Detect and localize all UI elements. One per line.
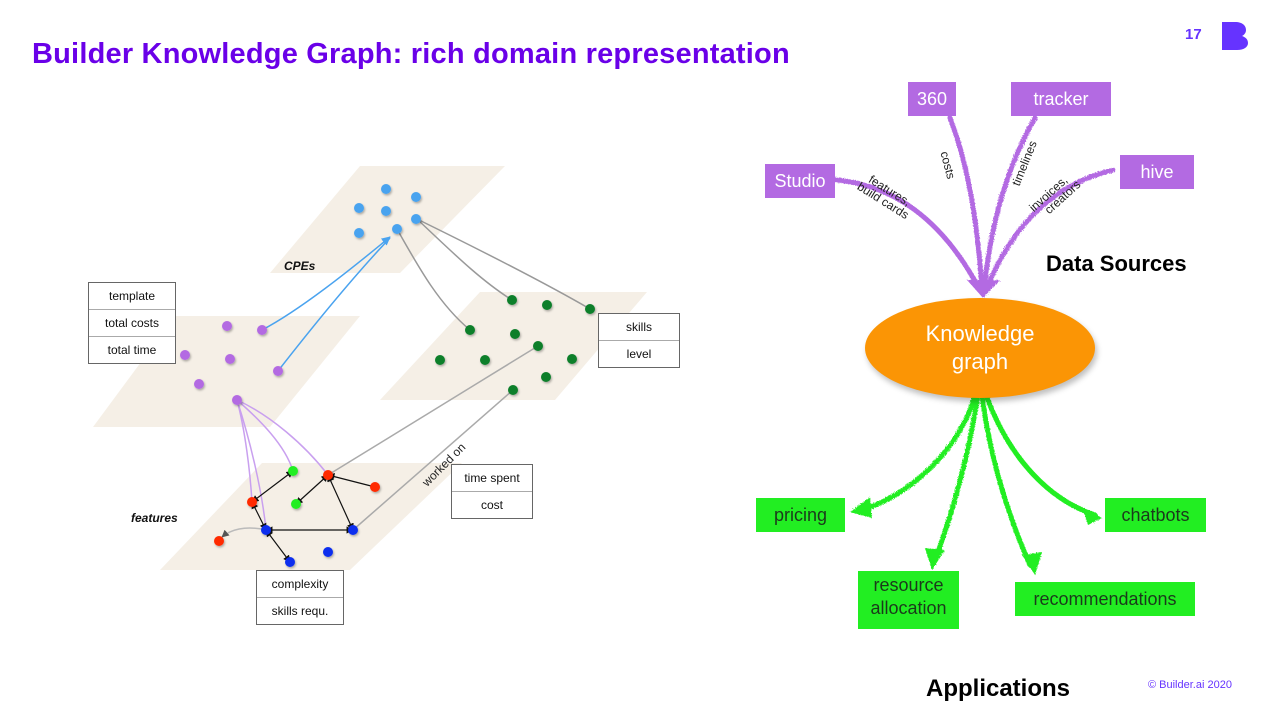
worked-on-attributes-table: time spent cost [451, 464, 533, 519]
developer-node [435, 355, 445, 365]
developer-attributes-table: skills level [598, 313, 680, 368]
cpe-node [411, 192, 421, 202]
table-cell: time spent [452, 465, 532, 492]
arrowhead-pricing [850, 497, 872, 518]
template-node [232, 395, 242, 405]
developer-node [507, 295, 517, 305]
source-360: 360 [908, 82, 956, 116]
cpe-node [411, 214, 421, 224]
developer-node [542, 300, 552, 310]
cpe-node [381, 184, 391, 194]
template-node [194, 379, 204, 389]
feature-node-blue [323, 547, 333, 557]
app-chatbots: chatbots [1105, 498, 1206, 532]
knowledge-graph-node: Knowledge graph [865, 298, 1095, 398]
feature-node-green [288, 466, 298, 476]
arrow-recommendations [979, 392, 1033, 568]
template-node [222, 321, 232, 331]
feature-node-red [214, 536, 224, 546]
app-arrowheads [850, 497, 1102, 575]
feature-node-blue [261, 525, 271, 535]
feature-node-red [370, 482, 380, 492]
app-resource-allocation: resource allocation [858, 571, 959, 629]
source-tracker: tracker [1011, 82, 1111, 116]
table-cell: template [89, 283, 175, 310]
source-studio: Studio [765, 164, 835, 198]
table-cell: cost [480, 498, 503, 512]
cpe-node [392, 224, 402, 234]
features-layer-label: features [131, 511, 178, 525]
arrowhead-center-purple [967, 280, 1000, 298]
cpe-node [354, 203, 364, 213]
arrowhead-chatbots [1082, 507, 1102, 525]
template-node [180, 350, 190, 360]
developer-node [533, 341, 543, 351]
template-node [273, 366, 283, 376]
source-hive: hive [1120, 155, 1194, 189]
developer-node [510, 329, 520, 339]
table-cell: complexity [257, 571, 343, 598]
copyright-text: © Builder.ai 2020 [1148, 679, 1232, 691]
developer-node [508, 385, 518, 395]
template-node [225, 354, 235, 364]
cpe-node [381, 206, 391, 216]
cpe-node [354, 228, 364, 238]
table-cell: total time [107, 343, 157, 357]
table-cell: skills requ. [271, 604, 329, 618]
arrowhead-recommendations [1022, 552, 1042, 575]
table-cell: total costs [89, 310, 175, 337]
developer-node [585, 304, 595, 314]
feature-node-green [291, 499, 301, 509]
app-arrows [859, 392, 1098, 568]
template-node [257, 325, 267, 335]
app-pricing: pricing [756, 498, 845, 532]
table-cell: level [626, 347, 652, 361]
feature-node-blue [348, 525, 358, 535]
feature-node-blue [285, 557, 295, 567]
arrowhead-resource [925, 548, 945, 570]
arrow-resource-allocation [932, 392, 981, 563]
developer-node [567, 354, 577, 364]
developer-node [541, 372, 551, 382]
developer-node [480, 355, 490, 365]
data-sources-label: Data Sources [1046, 251, 1187, 276]
feature-node-red [247, 497, 257, 507]
developer-node [465, 325, 475, 335]
table-cell: skills [599, 314, 679, 341]
template-attributes-table: template total costs total time [88, 282, 176, 364]
cpes-layer-label: CPEs [284, 259, 316, 273]
feature-node-red [323, 470, 333, 480]
feature-attributes-table: complexity skills requ. [256, 570, 344, 625]
app-recommendations: recommendations [1015, 582, 1195, 616]
applications-label: Applications [926, 675, 1071, 702]
features-layer-plane [160, 463, 462, 570]
cpes-layer-plane [270, 166, 505, 273]
